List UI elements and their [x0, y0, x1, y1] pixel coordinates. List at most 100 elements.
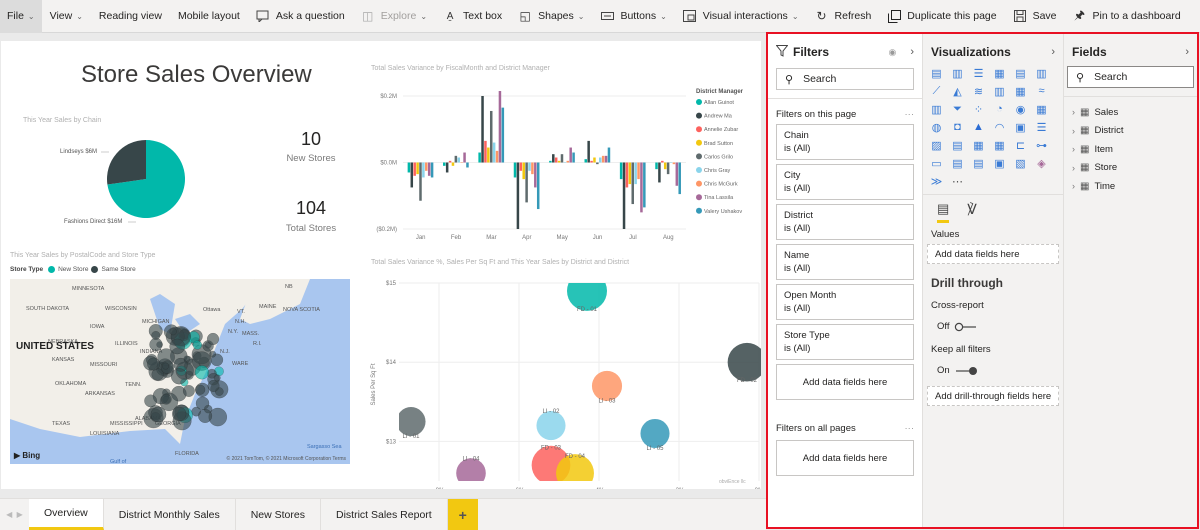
map-bubble[interactable]: [192, 340, 203, 350]
visual-type-icon[interactable]: ⟋: [929, 84, 944, 98]
visual-type-icon[interactable]: ◍: [929, 120, 944, 134]
visual-type-icon[interactable]: ▤: [950, 138, 965, 152]
visual-type-icon[interactable]: ▤: [929, 66, 944, 80]
bar-legend-label[interactable]: Allan Guinot: [704, 100, 734, 106]
bar-may-brad-sutton[interactable]: [557, 160, 561, 163]
bar-may-annelie-zubar[interactable]: [554, 157, 558, 163]
visual-type-icon[interactable]: ⊶: [1034, 138, 1049, 152]
pie-slice-lindseys[interactable]: [107, 140, 146, 185]
bar-may-carlos-grilo[interactable]: [560, 154, 564, 163]
bar-jul-brad-sutton[interactable]: [628, 162, 632, 185]
visual-type-icon[interactable]: ▦: [1013, 84, 1028, 98]
mobile-layout-button[interactable]: Mobile layout: [170, 0, 248, 33]
visual-type-icon[interactable]: ◔: [992, 102, 1007, 116]
filter-card-store-type[interactable]: Store Type is (All): [776, 324, 914, 360]
bar-feb-tina-lassila[interactable]: [463, 152, 466, 163]
pie-chart[interactable]: [1, 41, 241, 241]
bar-mar-valery-ushakov[interactable]: [501, 107, 505, 163]
bar-legend-dot[interactable]: [696, 126, 702, 133]
bar-feb-valery-ushakov[interactable]: [466, 162, 469, 168]
map-bubble[interactable]: [194, 365, 210, 380]
map-bubble[interactable]: [162, 362, 170, 370]
bar-feb-chris-gray[interactable]: [457, 157, 461, 163]
map-visual[interactable]: MINNESOTA SOUTH DAKOTA WISCONSIN MICHIGAN IO…: [10, 279, 350, 464]
bar-aug-chris-gray[interactable]: [669, 162, 673, 164]
duplicate-page-button[interactable]: Duplicate this page: [879, 0, 1004, 33]
format-paint-roller-icon[interactable]: ℣: [967, 201, 977, 223]
visual-type-icon[interactable]: ◠: [992, 120, 1007, 134]
bar-jan-tina-lassila[interactable]: [427, 162, 431, 176]
map-bubble[interactable]: [150, 406, 167, 423]
collapse-visualizations-button[interactable]: ›: [1051, 46, 1055, 58]
bar-jul-tina-lassila[interactable]: [640, 162, 643, 213]
scatter-point-li-01[interactable]: [396, 407, 426, 437]
bar-aug-tina-lassila[interactable]: [675, 162, 679, 186]
bar-jul-andrew-ma[interactable]: [622, 162, 626, 230]
chevron-right-icon[interactable]: ›: [1072, 181, 1075, 191]
visual-type-icon[interactable]: ◘: [950, 120, 965, 134]
bar-legend-label[interactable]: Annelie Zubar: [704, 127, 738, 133]
map-bubble[interactable]: [182, 384, 195, 397]
filter-card-name[interactable]: Name is (All): [776, 244, 914, 280]
visual-type-icon[interactable]: ≫: [929, 174, 944, 188]
visual-type-icon[interactable]: ▧: [1013, 156, 1028, 170]
bar-apr-chris-mcgurk[interactable]: [531, 162, 534, 175]
bar-jul-annelie-zubar[interactable]: [625, 162, 629, 188]
map-bubble[interactable]: [171, 406, 187, 422]
bar-legend-label[interactable]: Chris Gray: [704, 168, 731, 174]
bar-legend-dot[interactable]: [696, 99, 702, 105]
bar-legend-dot[interactable]: [696, 167, 702, 173]
bar-jun-tina-lassila[interactable]: [604, 155, 608, 163]
bar-may-chris-mcgurk[interactable]: [566, 160, 570, 163]
map-bubble[interactable]: [160, 393, 172, 405]
bar-legend-label[interactable]: Andrew Ma: [704, 114, 733, 120]
visual-type-icon[interactable]: ⊏: [1013, 138, 1028, 152]
visual-type-icon[interactable]: ▤: [950, 156, 965, 170]
bar-feb-brad-sutton[interactable]: [451, 162, 455, 166]
bar-jul-valery-ushakov[interactable]: [643, 162, 646, 208]
reading-view-button[interactable]: Reading view: [91, 0, 170, 33]
bar-mar-tina-lassila[interactable]: [498, 91, 502, 163]
bar-jan-allan-guinot[interactable]: [407, 162, 411, 173]
shapes-menu[interactable]: ◱ Shapes ⌄: [510, 0, 592, 33]
bar-feb-andrew-ma[interactable]: [445, 162, 449, 173]
map-bubble[interactable]: [206, 332, 220, 346]
bar-apr-andrew-ma[interactable]: [516, 162, 520, 230]
visual-type-icon[interactable]: ▦: [992, 138, 1007, 152]
field-table-district[interactable]: › ▦ District: [1064, 122, 1197, 141]
chevron-right-icon[interactable]: ›: [1072, 107, 1075, 117]
file-menu[interactable]: File ⌄: [0, 0, 42, 33]
bar-legend-label[interactable]: Brad Sutton: [704, 141, 733, 147]
scatter-point-li-04[interactable]: [456, 458, 486, 488]
visual-type-icon[interactable]: ◉: [1013, 102, 1028, 116]
bar-mar-chris-mcgurk[interactable]: [495, 150, 499, 163]
map-bubble[interactable]: [195, 396, 210, 411]
filters-search-input[interactable]: ⚲ Search: [776, 68, 914, 90]
add-page-button[interactable]: +: [447, 499, 478, 530]
map-bubble[interactable]: [170, 368, 188, 385]
bar-jun-allan-guinot[interactable]: [584, 159, 588, 163]
bar-may-andrew-ma[interactable]: [552, 154, 555, 163]
ask-question-button[interactable]: Ask a question: [248, 0, 353, 33]
bar-jan-chris-gray[interactable]: [422, 162, 425, 178]
map-bubble[interactable]: [207, 379, 220, 392]
bar-jan-andrew-ma[interactable]: [410, 162, 414, 188]
filter-card-city[interactable]: City is (All): [776, 164, 914, 200]
bar-legend-dot[interactable]: [696, 180, 702, 187]
tab-overview[interactable]: Overview: [29, 499, 104, 530]
visual-type-icon[interactable]: ▥: [992, 84, 1007, 98]
tab-district-monthly-sales[interactable]: District Monthly Sales: [104, 499, 236, 530]
visual-type-icon[interactable]: ▣: [1013, 120, 1028, 134]
scatter-point-li-03[interactable]: [591, 370, 623, 402]
bar-aug-allan-guinot[interactable]: [655, 162, 658, 170]
scatter-chart[interactable]: $15$14$13-8%-6%-4%-2%0%Total Sales Varia…: [361, 266, 761, 489]
map-bubble[interactable]: [209, 350, 217, 358]
visual-type-icon[interactable]: ◭: [950, 84, 965, 98]
map-bubble[interactable]: [183, 355, 191, 363]
more-visuals-icon[interactable]: ⋯: [950, 174, 965, 188]
bar-jun-chris-gray[interactable]: [599, 157, 602, 163]
visual-type-icon[interactable]: ▦: [992, 66, 1007, 80]
bar-jun-brad-sutton[interactable]: [593, 157, 596, 163]
visual-type-icon[interactable]: ◈: [1034, 156, 1049, 170]
bar-apr-chris-gray[interactable]: [528, 162, 531, 171]
